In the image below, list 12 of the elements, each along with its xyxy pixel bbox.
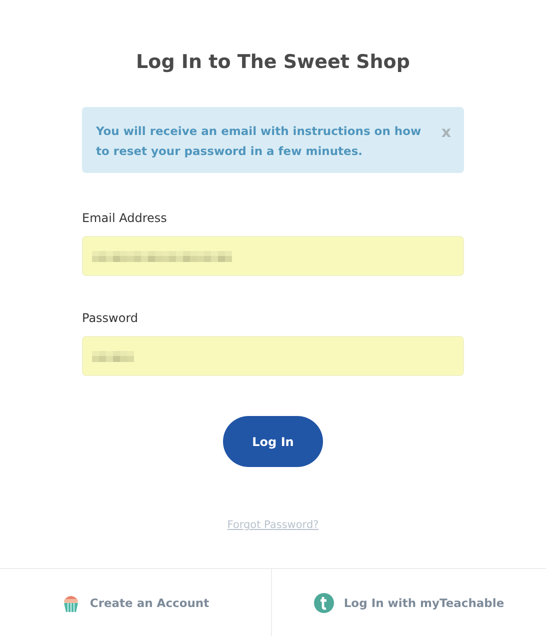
logo-icon xyxy=(314,592,334,612)
blurred-value-drawing xyxy=(92,350,134,362)
forgot-password-link[interactable]: Forgot Password? xyxy=(227,519,319,531)
email-field[interactable] xyxy=(82,236,464,276)
footer-link[interactable]: Log In with myTeachable xyxy=(271,569,546,636)
alert-message: You will receive an email with instructions on how to reset your password in a few minutes. xyxy=(96,123,422,160)
login-button[interactable]: Log In xyxy=(223,416,323,467)
footer-link[interactable]: Create an Account xyxy=(0,569,271,636)
field-label: Email Address xyxy=(82,210,168,226)
password-field[interactable] xyxy=(82,336,464,376)
field-label: Password xyxy=(82,310,140,326)
page-title: Log In to The Sweet Shop xyxy=(136,50,410,74)
